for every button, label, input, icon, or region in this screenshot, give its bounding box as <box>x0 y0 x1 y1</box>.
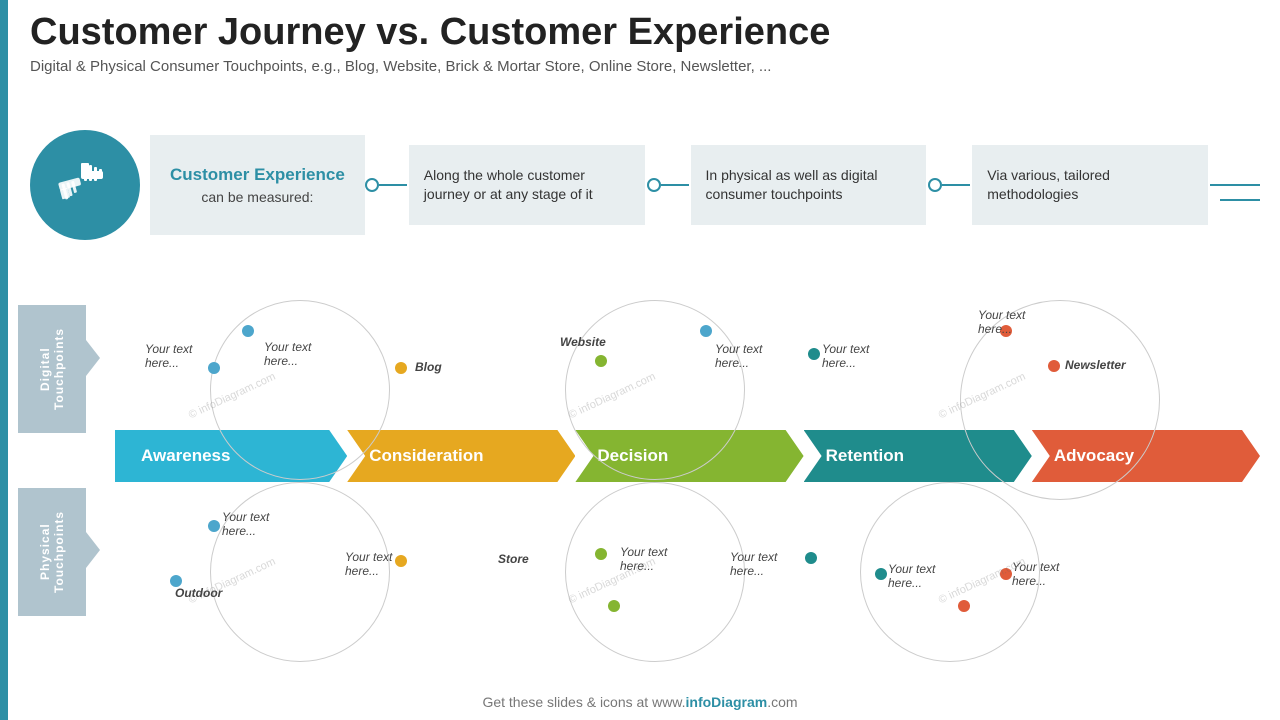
dot-p4 <box>595 548 607 560</box>
dot-p1 <box>208 520 220 532</box>
dot-d6 <box>808 348 820 360</box>
digital-chevron <box>86 340 100 376</box>
physical-text-1: Your texthere... <box>222 510 269 538</box>
dot-d2 <box>208 362 220 374</box>
dot-d4 <box>595 355 607 367</box>
stage-consideration: Consideration <box>347 430 575 482</box>
cx-title: Customer Experience <box>170 165 345 185</box>
top-right-connector <box>1220 199 1260 201</box>
physical-outdoor-label: Outdoor <box>175 586 222 600</box>
connector-line-end <box>1210 184 1260 186</box>
digital-text-5: Your texthere... <box>715 342 762 370</box>
physical-text-7: Your texthere... <box>888 562 935 590</box>
cx-label-box: Customer Experience can be measured: <box>150 135 365 235</box>
connector-3 <box>928 178 970 192</box>
connector-line-2 <box>661 184 689 186</box>
digital-touchpoints-label: Digital Touchpoints <box>18 305 86 433</box>
info-box-2: In physical as well as digital consumer … <box>691 145 927 225</box>
info-box-1: Along the whole customer journey or at a… <box>409 145 645 225</box>
digital-text-2: Your texthere... <box>264 340 311 368</box>
footer: Get these slides & icons at www.infoDiag… <box>0 694 1280 710</box>
dot-d3 <box>395 362 407 374</box>
connector-2 <box>647 178 689 192</box>
top-section: Customer Experience can be measured: Alo… <box>30 120 1260 250</box>
physical-text-8: Your texthere... <box>1012 560 1059 588</box>
footer-text-after: .com <box>767 694 797 710</box>
dot-p9 <box>958 600 970 612</box>
digital-website-label: Website <box>560 335 606 349</box>
digital-text-7: Your texthere... <box>978 308 1025 336</box>
journey-stages: Awareness Consideration Decision Retenti… <box>115 430 1260 482</box>
connector-dot-2 <box>647 178 661 192</box>
physical-touchpoints-label: Physical Touchpoints <box>18 488 86 616</box>
thumbs-icon <box>53 153 118 218</box>
physical-chevron <box>86 532 100 568</box>
connector-dot-1 <box>365 178 379 192</box>
physical-text-6: Your texthere... <box>730 550 777 578</box>
page-title: Customer Journey vs. Customer Experience <box>30 12 1260 54</box>
physical-text-5: Your texthere... <box>620 545 667 573</box>
digital-text-1: Your texthere... <box>145 342 192 370</box>
dot-p3 <box>395 555 407 567</box>
digital-text-6: Your texthere... <box>822 342 869 370</box>
dot-d8 <box>1048 360 1060 372</box>
page-subtitle: Digital & Physical Consumer Touchpoints,… <box>30 58 1260 75</box>
stage-decision: Decision <box>575 430 803 482</box>
digital-blog-label: Blog <box>415 360 442 374</box>
cx-sub: can be measured: <box>170 189 345 205</box>
stage-awareness: Awareness <box>115 430 347 482</box>
dot-d1 <box>242 325 254 337</box>
stage-retention: Retention <box>804 430 1032 482</box>
stage-advocacy: Advocacy <box>1032 430 1260 482</box>
left-accent-bar <box>0 0 8 720</box>
dot-p7 <box>875 568 887 580</box>
watermark-2: © infoDiagram.com <box>567 371 658 422</box>
connector-dot-3 <box>928 178 942 192</box>
dot-p6 <box>805 552 817 564</box>
connector-1 <box>365 178 407 192</box>
connector-line-1 <box>379 184 407 186</box>
physical-store-label: Store <box>498 552 529 566</box>
connector-line-3 <box>942 184 970 186</box>
watermark-3: © infoDiagram.com <box>937 371 1028 422</box>
info-box-3: Via various, tailored methodologies <box>972 145 1208 225</box>
digital-newsletter-label: Newsletter <box>1065 358 1126 372</box>
footer-brand: infoDiagram <box>686 694 768 710</box>
dot-p8 <box>1000 568 1012 580</box>
physical-text-3: Your texthere... <box>345 550 392 578</box>
dot-d5 <box>700 325 712 337</box>
dot-p5 <box>608 600 620 612</box>
header: Customer Journey vs. Customer Experience… <box>30 12 1260 75</box>
cx-icon-circle <box>30 130 140 240</box>
footer-text-before: Get these slides & icons at www. <box>482 694 685 710</box>
watermark-1: © infoDiagram.com <box>187 371 278 422</box>
